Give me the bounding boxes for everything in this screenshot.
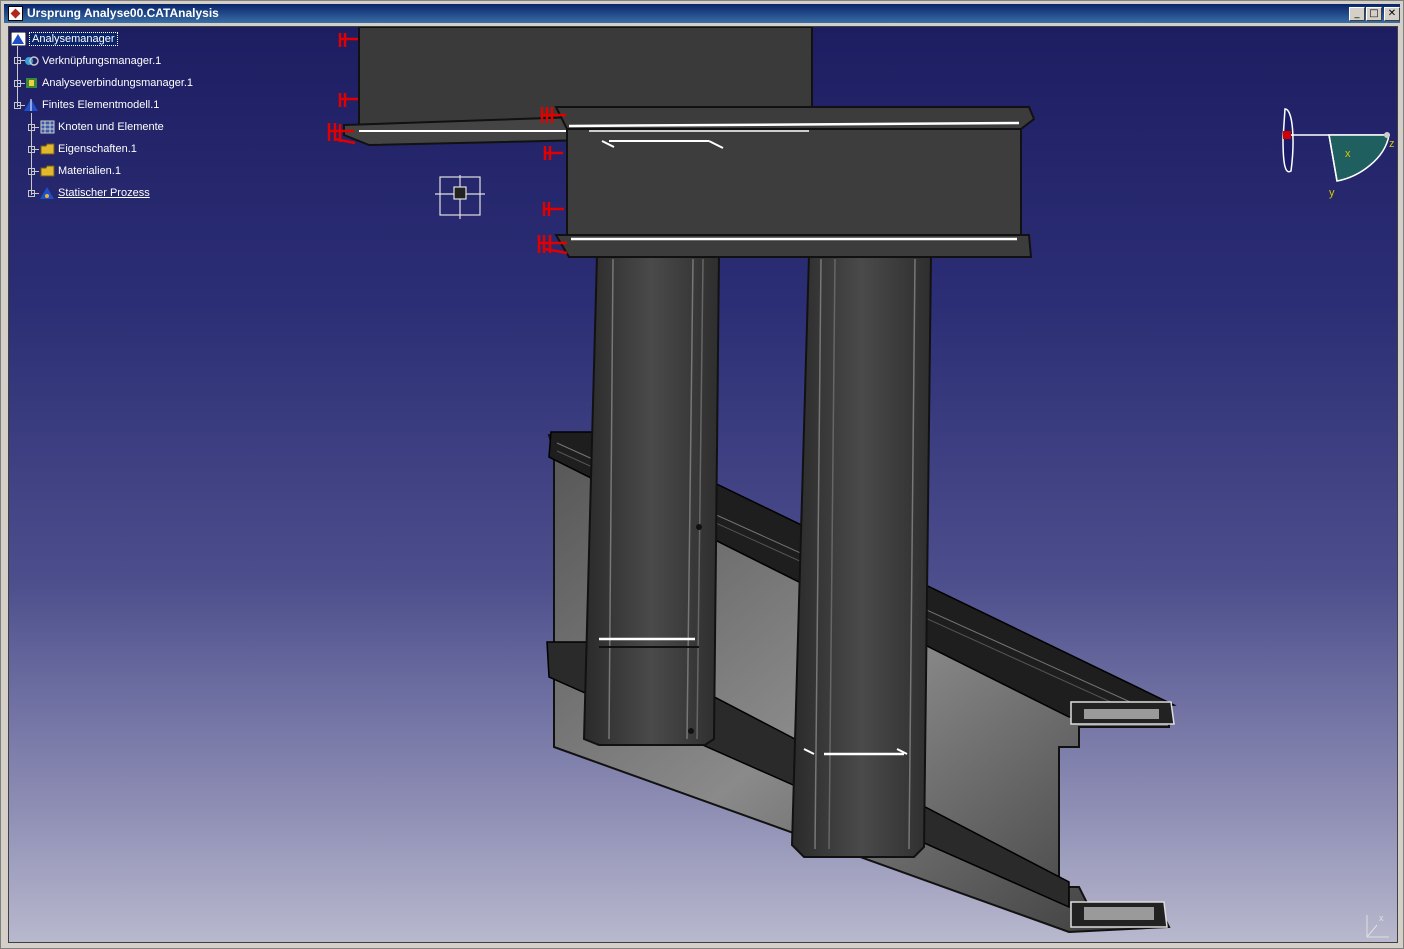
static-process-icon <box>40 187 54 199</box>
tree-expander[interactable] <box>28 168 35 175</box>
tree-expander[interactable] <box>28 146 35 153</box>
front-beam[interactable] <box>554 106 1036 258</box>
link-manager-icon <box>25 56 39 66</box>
tree-item-analysemanager[interactable]: Analysemanager <box>11 30 118 48</box>
tree-item-materialien[interactable]: Materialien.1 <box>40 162 121 180</box>
close-button[interactable]: ✕ <box>1384 7 1400 21</box>
title-bar[interactable]: Ursprung Analyse00.CATAnalysis _ □ ✕ <box>4 4 1400 23</box>
tree-item-label: Verknüpfungsmanager.1 <box>42 55 162 67</box>
compass-widget[interactable]: z x y <box>1279 105 1394 217</box>
analysis-connection-manager-icon <box>26 78 37 88</box>
3d-viewport[interactable]: z x y x Analysemanager Verknüpfungsmanag… <box>8 26 1398 943</box>
axis-system-icon: x <box>1366 913 1389 938</box>
tree-item-verknuepfungsmanager[interactable]: Verknüpfungsmanager.1 <box>24 52 161 70</box>
compass-x-label: x <box>1345 148 1351 160</box>
tree-item-label: Analyseverbindungsmanager.1 <box>42 77 194 89</box>
tree-expander[interactable] <box>14 57 21 64</box>
tree-item-label: Statischer Prozess <box>58 187 150 199</box>
catia-app-icon[interactable] <box>8 6 23 21</box>
compass-z-label: z <box>1389 138 1394 150</box>
tree-item-label: Finites Elementmodell.1 <box>42 99 160 111</box>
tree-item-label: Knoten und Elemente <box>58 121 164 133</box>
specification-tree: Analysemanager Verknüpfungsmanager.1 Ana… <box>9 27 329 227</box>
minimize-button[interactable]: _ <box>1349 7 1365 21</box>
tree-item-knoten-und-elemente[interactable]: Knoten und Elemente <box>40 118 164 136</box>
rotation-cursor-icon <box>435 175 485 219</box>
tree-item-statischer-prozess[interactable]: Statischer Prozess <box>40 184 150 202</box>
maximize-button[interactable]: □ <box>1366 7 1382 21</box>
tree-expander[interactable] <box>14 102 21 109</box>
right-post[interactable] <box>790 248 933 858</box>
materials-icon <box>40 165 55 177</box>
finite-element-model-icon <box>24 99 38 111</box>
tree-item-eigenschaften[interactable]: Eigenschaften.1 <box>40 140 137 158</box>
left-post[interactable] <box>582 254 721 746</box>
svg-text:x: x <box>1379 913 1384 923</box>
tree-expander[interactable] <box>28 190 35 197</box>
analysis-manager-icon <box>11 32 26 46</box>
tree-item-label: Analysemanager <box>29 32 118 46</box>
tree-item-label: Materialien.1 <box>58 165 121 177</box>
application-window: Ursprung Analyse00.CATAnalysis _ □ ✕ z x… <box>0 0 1404 949</box>
nodes-elements-icon <box>40 120 55 134</box>
tree-item-finites-elementmodell[interactable]: Finites Elementmodell.1 <box>24 96 159 114</box>
tree-expander[interactable] <box>14 80 21 87</box>
window-title: Ursprung Analyse00.CATAnalysis <box>27 6 219 20</box>
tree-item-label: Eigenschaften.1 <box>58 143 137 155</box>
properties-icon <box>40 143 55 155</box>
tree-item-analyseverbindungsmanager[interactable]: Analyseverbindungsmanager.1 <box>24 74 193 92</box>
compass-y-label: y <box>1329 187 1335 199</box>
tree-expander[interactable] <box>28 124 35 131</box>
